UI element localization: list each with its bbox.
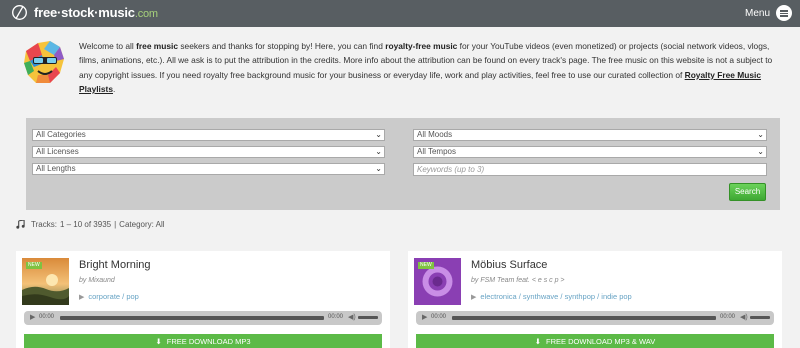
license-select[interactable]: All Licenses ⌄ [32,146,385,158]
current-time: 00:00 [431,314,447,320]
track-genres[interactable]: ▶ electronica / synthwave / synthpop / in… [471,292,632,301]
audio-player: ▶ 00:00 00:00 ◀) [416,311,774,325]
play-icon[interactable]: ▶ [422,313,427,321]
volume-icon[interactable]: ◀) [740,313,748,321]
volume-icon[interactable]: ◀) [348,313,356,321]
download-button[interactable]: ⬇ FREE DOWNLOAD MP3 & WAV [416,334,774,348]
mood-select[interactable]: All Moods ⌄ [413,129,767,141]
chevron-down-icon: ⌄ [375,164,382,173]
track-author[interactable]: by Mixaund [79,277,115,284]
progress-bar[interactable] [452,316,716,320]
new-badge: NEW [418,262,434,269]
chevron-down-icon: ⌄ [375,130,382,139]
current-time: 00:00 [39,314,55,320]
download-button[interactable]: ⬇ FREE DOWNLOAD MP3 [24,334,382,348]
chevron-down-icon: ⌄ [757,130,764,139]
volume-slider[interactable] [750,316,770,319]
track-thumbnail[interactable]: NEW [22,258,69,305]
audio-player: ▶ 00:00 00:00 ◀) [24,311,382,325]
filter-panel: All Categories ⌄ All Licenses ⌄ All Length… [26,118,780,210]
search-button[interactable]: Search [729,183,766,201]
progress-bar[interactable] [60,316,324,320]
track-title[interactable]: Möbius Surface [471,259,547,271]
tracks-range: 1 – 10 of 3935 [59,220,112,229]
track-title[interactable]: Bright Morning [79,259,151,271]
play-triangle-icon: ▶ [79,294,85,301]
tempo-select[interactable]: All Tempos ⌄ [413,146,767,158]
track-genres[interactable]: ▶ corporate / pop [79,292,139,301]
play-icon[interactable]: ▶ [30,313,35,321]
category-info: Category: All [119,220,165,229]
menu-label: Menu [744,7,770,19]
intro-section: Welcome to all free music seekers and th… [0,27,800,116]
track-author[interactable]: by FSM Team feat. < e s c p > [471,277,565,284]
intro-bold-royalty-free: royalty-free music [385,41,458,51]
track-card: NEW Möbius Surface by FSM Team feat. < e… [408,251,782,348]
duration-time: 00:00 [720,314,736,320]
separator: | [114,220,117,229]
download-icon: ⬇ [534,337,542,346]
track-card: NEW Bright Morning by Mixaund ▶ corporate… [16,251,390,348]
logo-icon [12,5,27,20]
intro-bold-free-music: free music [136,41,179,51]
menu-button[interactable]: Menu [745,5,792,21]
track-thumbnail[interactable]: NEW [414,258,461,305]
chevron-down-icon: ⌄ [757,147,764,156]
play-triangle-icon: ▶ [471,294,477,301]
keywords-input[interactable]: Keywords (up to 3) [413,163,767,176]
download-icon: ⬇ [155,337,162,346]
intro-text: Welcome to all free music seekers and th… [79,41,773,94]
music-note-icon [16,220,25,229]
chevron-down-icon: ⌄ [375,147,382,156]
logo-text: free·stock·music.com [34,5,158,20]
duration-time: 00:00 [328,314,344,320]
length-select[interactable]: All Lengths ⌄ [32,163,385,175]
volume-slider[interactable] [358,316,378,319]
category-select[interactable]: All Categories ⌄ [32,129,385,141]
tracks-label: Tracks: [31,220,57,229]
top-navbar: free·stock·music.com Menu [0,0,800,27]
site-logo[interactable]: free·stock·music.com [11,4,158,21]
new-badge: NEW [26,262,42,269]
mascot-avatar [24,41,64,83]
tracks-info: Tracks: 1 – 10 of 3935 | Category: All [16,220,168,229]
hamburger-icon [776,5,792,21]
